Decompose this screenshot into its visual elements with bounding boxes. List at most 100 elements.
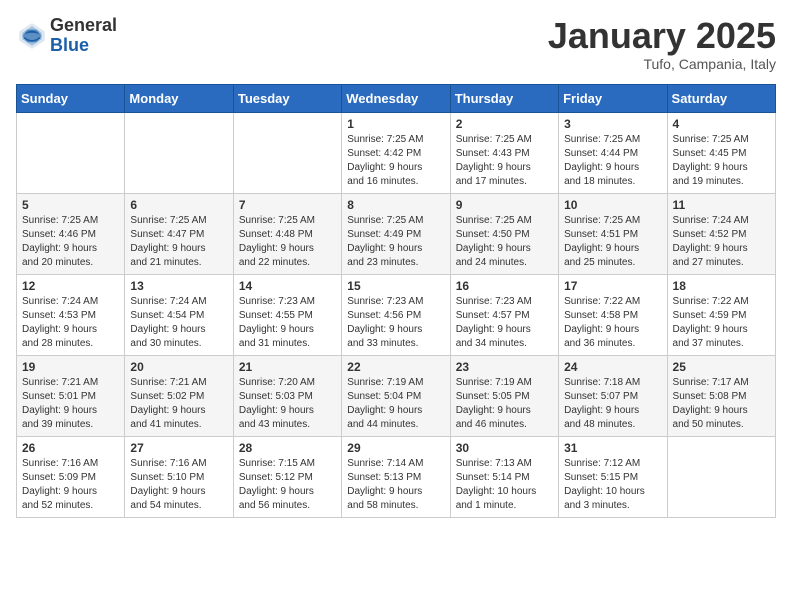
calendar-cell: 25Sunrise: 7:17 AM Sunset: 5:08 PM Dayli…	[667, 355, 775, 436]
day-info: Sunrise: 7:14 AM Sunset: 5:13 PM Dayligh…	[347, 457, 444, 513]
day-number: 29	[347, 441, 444, 455]
calendar-cell: 14 Sunrise: 7:23 AM Sunset: 4:55 PM Dayli…	[233, 274, 341, 355]
calendar-cell: 17 Sunrise: 7:22 AM Sunset: 4:58 PM Dayli…	[559, 274, 667, 355]
calendar-cell	[667, 436, 775, 517]
day-number: 4	[673, 117, 770, 131]
day-number: 2	[456, 117, 553, 131]
calendar-cell	[125, 112, 233, 193]
calendar-cell: 11Sunrise: 7:24 AM Sunset: 4:52 PM Dayli…	[667, 193, 775, 274]
calendar-cell: 8 Sunrise: 7:25 AM Sunset: 4:49 PM Daylig…	[342, 193, 450, 274]
day-info: Sunrise: 7:19 AM Sunset: 5:04 PM Dayligh…	[347, 376, 444, 432]
weekday-header: Tuesday	[233, 84, 341, 112]
day-number: 14	[239, 279, 336, 293]
day-info: Sunrise: 7:25 AM Sunset: 4:48 PM Dayligh…	[239, 214, 336, 270]
day-number: 8	[347, 198, 444, 212]
weekday-header: Sunday	[17, 84, 125, 112]
calendar-table: SundayMondayTuesdayWednesdayThursdayFrid…	[16, 84, 776, 518]
day-info: Sunrise: 7:16 AM Sunset: 5:09 PM Dayligh…	[22, 457, 119, 513]
calendar-cell: 16Sunrise: 7:23 AM Sunset: 4:57 PM Dayli…	[450, 274, 558, 355]
location: Tufo, Campania, Italy	[548, 56, 776, 72]
logo-text: General Blue	[50, 16, 117, 56]
calendar-cell	[233, 112, 341, 193]
month-title: January 2025	[548, 16, 776, 56]
calendar-cell: 3Sunrise: 7:25 AM Sunset: 4:44 PM Daylig…	[559, 112, 667, 193]
day-number: 13	[130, 279, 227, 293]
day-info: Sunrise: 7:24 AM Sunset: 4:53 PM Dayligh…	[22, 295, 119, 351]
weekday-header: Wednesday	[342, 84, 450, 112]
calendar-cell: 13 Sunrise: 7:24 AM Sunset: 4:54 PM Dayli…	[125, 274, 233, 355]
day-number: 22	[347, 360, 444, 374]
calendar-cell: 22 Sunrise: 7:19 AM Sunset: 5:04 PM Dayli…	[342, 355, 450, 436]
day-info: Sunrise: 7:21 AM Sunset: 5:01 PM Dayligh…	[22, 376, 119, 432]
calendar-week-row: 1Sunrise: 7:25 AM Sunset: 4:42 PM Daylig…	[17, 112, 776, 193]
calendar-cell: 29 Sunrise: 7:14 AM Sunset: 5:13 PM Dayli…	[342, 436, 450, 517]
day-number: 3	[564, 117, 661, 131]
day-info: Sunrise: 7:19 AM Sunset: 5:05 PM Dayligh…	[456, 376, 553, 432]
day-number: 17	[564, 279, 661, 293]
day-info: Sunrise: 7:22 AM Sunset: 4:59 PM Dayligh…	[673, 295, 770, 351]
calendar-cell: 23 Sunrise: 7:19 AM Sunset: 5:05 PM Dayli…	[450, 355, 558, 436]
day-info: Sunrise: 7:21 AM Sunset: 5:02 PM Dayligh…	[130, 376, 227, 432]
day-number: 23	[456, 360, 553, 374]
day-info: Sunrise: 7:25 AM Sunset: 4:46 PM Dayligh…	[22, 214, 119, 270]
calendar-header-row: SundayMondayTuesdayWednesdayThursdayFrid…	[17, 84, 776, 112]
day-number: 18	[673, 279, 770, 293]
day-number: 31	[564, 441, 661, 455]
day-number: 28	[239, 441, 336, 455]
day-info: Sunrise: 7:16 AM Sunset: 5:10 PM Dayligh…	[130, 457, 227, 513]
day-number: 7	[239, 198, 336, 212]
logo-general: General	[50, 16, 117, 36]
day-info: Sunrise: 7:23 AM Sunset: 4:55 PM Dayligh…	[239, 295, 336, 351]
calendar-cell: 6 Sunrise: 7:25 AM Sunset: 4:47 PM Daylig…	[125, 193, 233, 274]
day-number: 24	[564, 360, 661, 374]
weekday-header: Saturday	[667, 84, 775, 112]
calendar-week-row: 5 Sunrise: 7:25 AM Sunset: 4:46 PM Daylig…	[17, 193, 776, 274]
calendar-cell: 19Sunrise: 7:21 AM Sunset: 5:01 PM Dayli…	[17, 355, 125, 436]
calendar-cell: 18 Sunrise: 7:22 AM Sunset: 4:59 PM Dayli…	[667, 274, 775, 355]
day-info: Sunrise: 7:24 AM Sunset: 4:54 PM Dayligh…	[130, 295, 227, 351]
calendar-week-row: 19Sunrise: 7:21 AM Sunset: 5:01 PM Dayli…	[17, 355, 776, 436]
calendar-cell: 28Sunrise: 7:15 AM Sunset: 5:12 PM Dayli…	[233, 436, 341, 517]
day-number: 5	[22, 198, 119, 212]
day-info: Sunrise: 7:24 AM Sunset: 4:52 PM Dayligh…	[673, 214, 770, 270]
day-info: Sunrise: 7:25 AM Sunset: 4:45 PM Dayligh…	[673, 133, 770, 189]
calendar-cell: 20 Sunrise: 7:21 AM Sunset: 5:02 PM Dayli…	[125, 355, 233, 436]
day-info: Sunrise: 7:20 AM Sunset: 5:03 PM Dayligh…	[239, 376, 336, 432]
day-info: Sunrise: 7:13 AM Sunset: 5:14 PM Dayligh…	[456, 457, 553, 513]
calendar-cell: 24Sunrise: 7:18 AM Sunset: 5:07 PM Dayli…	[559, 355, 667, 436]
page-header: General Blue January 2025 Tufo, Campania…	[16, 16, 776, 72]
calendar-cell: 10Sunrise: 7:25 AM Sunset: 4:51 PM Dayli…	[559, 193, 667, 274]
calendar-cell: 1Sunrise: 7:25 AM Sunset: 4:42 PM Daylig…	[342, 112, 450, 193]
calendar-cell: 12 Sunrise: 7:24 AM Sunset: 4:53 PM Dayli…	[17, 274, 125, 355]
calendar-cell: 27 Sunrise: 7:16 AM Sunset: 5:10 PM Dayli…	[125, 436, 233, 517]
day-info: Sunrise: 7:22 AM Sunset: 4:58 PM Dayligh…	[564, 295, 661, 351]
weekday-header: Thursday	[450, 84, 558, 112]
calendar-cell: 4 Sunrise: 7:25 AM Sunset: 4:45 PM Daylig…	[667, 112, 775, 193]
day-number: 20	[130, 360, 227, 374]
logo: General Blue	[16, 16, 117, 56]
calendar-cell: 2Sunrise: 7:25 AM Sunset: 4:43 PM Daylig…	[450, 112, 558, 193]
calendar-week-row: 26Sunrise: 7:16 AM Sunset: 5:09 PM Dayli…	[17, 436, 776, 517]
day-info: Sunrise: 7:12 AM Sunset: 5:15 PM Dayligh…	[564, 457, 661, 513]
day-number: 12	[22, 279, 119, 293]
day-number: 27	[130, 441, 227, 455]
day-info: Sunrise: 7:25 AM Sunset: 4:49 PM Dayligh…	[347, 214, 444, 270]
day-number: 6	[130, 198, 227, 212]
day-info: Sunrise: 7:23 AM Sunset: 4:57 PM Dayligh…	[456, 295, 553, 351]
calendar-week-row: 12 Sunrise: 7:24 AM Sunset: 4:53 PM Dayli…	[17, 274, 776, 355]
calendar-cell: 31 Sunrise: 7:12 AM Sunset: 5:15 PM Dayli…	[559, 436, 667, 517]
calendar-cell: 9 Sunrise: 7:25 AM Sunset: 4:50 PM Daylig…	[450, 193, 558, 274]
calendar-cell: 7 Sunrise: 7:25 AM Sunset: 4:48 PM Daylig…	[233, 193, 341, 274]
title-block: January 2025 Tufo, Campania, Italy	[548, 16, 776, 72]
day-info: Sunrise: 7:23 AM Sunset: 4:56 PM Dayligh…	[347, 295, 444, 351]
weekday-header: Monday	[125, 84, 233, 112]
day-number: 15	[347, 279, 444, 293]
day-number: 25	[673, 360, 770, 374]
weekday-header: Friday	[559, 84, 667, 112]
calendar-cell	[17, 112, 125, 193]
day-number: 1	[347, 117, 444, 131]
day-number: 9	[456, 198, 553, 212]
day-info: Sunrise: 7:25 AM Sunset: 4:47 PM Dayligh…	[130, 214, 227, 270]
day-info: Sunrise: 7:25 AM Sunset: 4:50 PM Dayligh…	[456, 214, 553, 270]
logo-blue: Blue	[50, 36, 117, 56]
